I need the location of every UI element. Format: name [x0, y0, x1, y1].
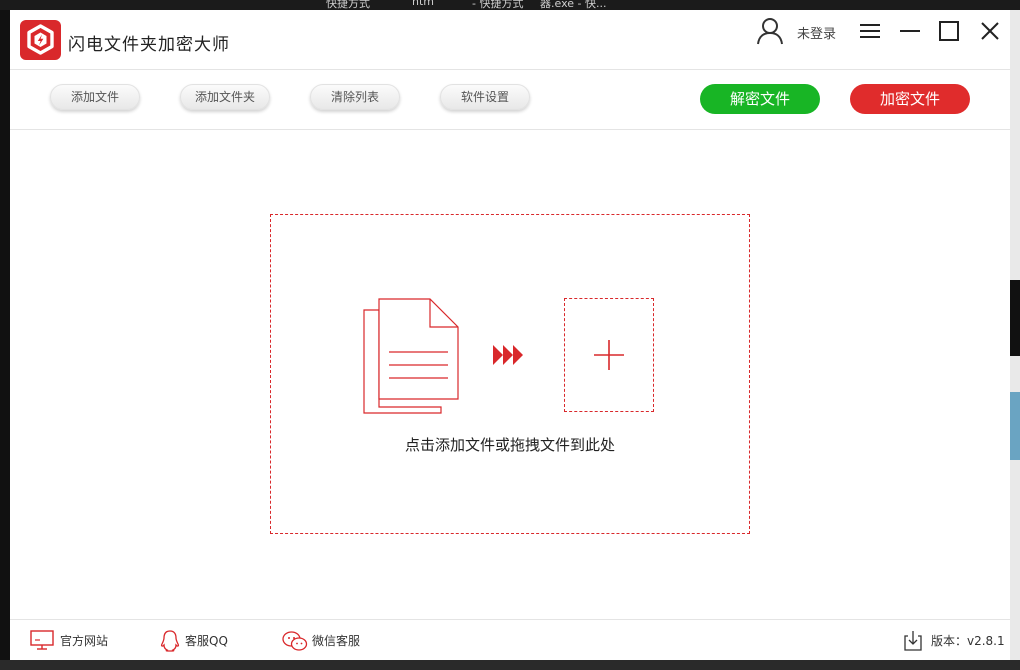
- minimize-icon[interactable]: [896, 18, 924, 46]
- qq-support-label: 客服QQ: [185, 634, 228, 648]
- wechat-icon: [282, 631, 308, 651]
- wechat-support-link[interactable]: 微信客服: [282, 630, 382, 651]
- qq-support-link[interactable]: 客服QQ: [160, 630, 250, 652]
- official-website-link[interactable]: 官方网站: [30, 630, 130, 650]
- plus-icon: [594, 340, 624, 370]
- taskbar-fragment: - 快捷方式: [472, 0, 524, 10]
- decrypt-button[interactable]: 解密文件: [700, 84, 820, 114]
- monitor-icon: [30, 630, 54, 650]
- taskbar-fragment: 器.exe - 快...: [540, 0, 607, 10]
- status-bar: 官方网站 客服QQ 微信客服 版本：v2.8.1: [10, 619, 1010, 660]
- forward-arrows-icon: [493, 345, 523, 365]
- toolbar: 添加文件 添加文件夹 清除列表 软件设置 解密文件 加密文件: [10, 70, 1010, 130]
- file-drop-zone[interactable]: 点击添加文件或拖拽文件到此处: [270, 214, 750, 534]
- taskbar-fragment: 快捷方式: [326, 0, 370, 10]
- version-label: 版本：v2.8.1: [931, 634, 1005, 648]
- close-icon[interactable]: [976, 18, 1004, 46]
- taskbar-strip: 快捷方式 htm - 快捷方式 器.exe - 快...: [0, 0, 1020, 10]
- official-website-label: 官方网站: [60, 634, 109, 648]
- menu-icon[interactable]: [856, 18, 884, 46]
- login-status[interactable]: 未登录: [797, 23, 836, 42]
- app-title: 闪电文件夹加密大师: [68, 35, 230, 55]
- app-window: 闪电文件夹加密大师 未登录 添加文件 添加文件夹 清除列表 软件设置 解密文件 …: [10, 10, 1010, 660]
- wechat-support-label: 微信客服: [312, 634, 361, 648]
- qq-icon: [160, 630, 180, 652]
- encrypt-button[interactable]: 加密文件: [850, 84, 970, 114]
- download-icon: [904, 631, 922, 651]
- background-bottom-edge: [0, 660, 1020, 670]
- settings-button[interactable]: 软件设置: [440, 84, 530, 110]
- drop-hint-text: 点击添加文件或拖拽文件到此处: [404, 436, 615, 454]
- app-logo-icon: [20, 20, 61, 60]
- add-file-button[interactable]: 添加文件: [50, 84, 140, 110]
- user-icon[interactable]: [756, 16, 784, 46]
- clear-list-button[interactable]: 清除列表: [310, 84, 400, 110]
- add-file-target[interactable]: [564, 298, 654, 412]
- taskbar-fragment: htm: [412, 0, 434, 8]
- document-icon: [363, 298, 459, 414]
- background-window-edge: [1010, 10, 1020, 670]
- add-folder-button[interactable]: 添加文件夹: [180, 84, 270, 110]
- maximize-icon[interactable]: [936, 18, 964, 46]
- title-bar: 闪电文件夹加密大师 未登录: [10, 10, 1010, 70]
